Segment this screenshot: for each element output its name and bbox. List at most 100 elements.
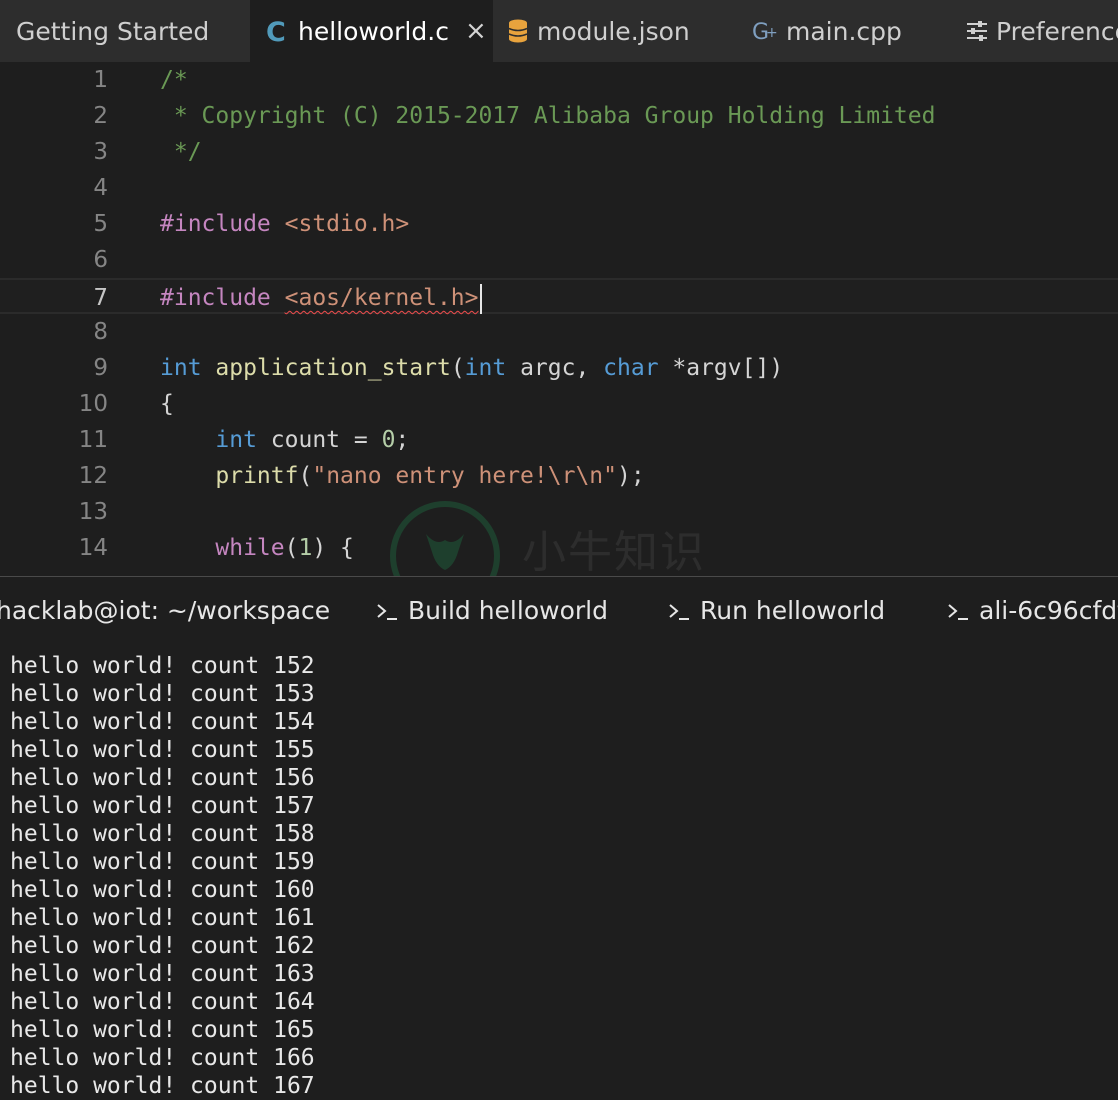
error-token: <aos/kernel.h> [284,285,479,311]
line-number: 10 [78,391,108,417]
code-line[interactable]: 14 while(1) { [0,530,1118,566]
code-token: ( [450,355,465,381]
cpp-file-icon: G + [752,18,778,44]
code-text: #include <aos/kernel.h> [160,280,482,316]
line-number: 5 [93,211,108,237]
line-number: 6 [93,247,108,273]
json-db-icon [507,18,529,44]
code-token: char [603,355,659,381]
tab-preferences[interactable]: Preferences [952,0,1118,62]
code-token: /* [160,67,188,93]
terminal-tab-workspace[interactable]: hacklab@iot: ~/workspace [0,596,330,625]
terminal-line: hello world! count 153 [10,681,315,707]
terminal-line: hello world! count 164 [10,989,315,1015]
code-line[interactable]: 5 #include <stdio.h> [0,206,1118,242]
code-token: #include [160,211,285,237]
code-token: #include [160,285,285,311]
code-token: application_start [215,355,451,381]
code-line[interactable]: 11 int count = 0; [0,422,1118,458]
terminal-prompt-icon [668,601,690,621]
terminal-line: hello world! count 157 [10,793,315,819]
code-line[interactable]: 6 [0,242,1118,278]
code-line[interactable]: 7 #include <aos/kernel.h> [0,278,1118,314]
line-number: 14 [78,535,108,561]
code-line[interactable]: 1 /* [0,62,1118,98]
line-number: 8 [93,319,108,345]
code-token: int [160,355,202,381]
line-number: 3 [93,139,108,165]
line-number: 4 [93,175,108,201]
tab-label: main.cpp [786,16,902,46]
code-token: "nano entry here!\r\n" [312,463,617,489]
svg-text:C: C [266,18,286,44]
line-number: 13 [78,499,108,525]
terminal-line: hello world! count 161 [10,905,315,931]
code-editor[interactable]: 小牛知识库 1/*2 * Copyright (C) 2015-2017 Ali… [0,62,1118,576]
line-number: 12 [78,463,108,489]
svg-text:+: + [766,25,778,41]
code-token: count = [256,427,382,453]
tab-helloworld-c[interactable]: C helloworld.c × [250,0,493,62]
terminal-line: hello world! count 167 [10,1073,315,1099]
code-line[interactable]: 10 { [0,386,1118,422]
code-line[interactable]: 3 */ [0,134,1118,170]
tab-module-json[interactable]: module.json [493,0,736,62]
code-text: #include <stdio.h> [160,206,409,242]
code-token: 1 [298,535,313,561]
terminal-tab-build[interactable]: Build helloworld [376,596,608,625]
code-text: { [160,386,174,422]
tab-label: helloworld.c [298,16,449,46]
settings-sliders-icon [966,20,988,42]
code-text: /* [160,62,188,98]
code-line[interactable]: 12 printf("nano entry here!\r\n"); [0,458,1118,494]
code-token: * Copyright (C) 2015-2017 Alibaba Group … [160,103,936,129]
terminal-line: hello world! count 152 [10,653,315,679]
terminal-tab-label: Build helloworld [408,596,608,625]
terminal-line: hello world! count 162 [10,933,315,959]
code-line[interactable]: 4 [0,170,1118,206]
terminal-line: hello world! count 155 [10,737,315,763]
code-token: *argv[]) [658,355,784,381]
code-line[interactable]: 8 [0,314,1118,350]
terminal-line: hello world! count 159 [10,849,315,875]
line-number: 11 [78,427,108,453]
code-text: int count = 0; [160,422,409,458]
close-icon[interactable]: × [465,16,487,46]
terminal-prompt-icon [947,601,969,621]
code-token: ) { [312,535,354,561]
code-token: ( [284,535,299,561]
text-cursor [479,283,482,314]
code-token: int [464,355,507,381]
code-token: ( [298,463,313,489]
line-number: 1 [93,67,108,93]
terminal-tab-label: Run helloworld [700,596,886,625]
code-token: ); [616,463,645,489]
terminal-line: hello world! count 158 [10,821,315,847]
code-line[interactable]: 9 int application_start(int argc, char *a… [0,350,1118,386]
terminal-tab-label: hacklab@iot: ~/workspace [0,596,331,625]
code-token: ; [395,427,410,453]
tab-main-cpp[interactable]: G + main.cpp [736,0,952,62]
terminal-tab-ali[interactable]: ali-6c96cfdfc [947,596,1118,625]
tab-label: Preferences [996,16,1118,46]
code-text: * Copyright (C) 2015-2017 Alibaba Group … [160,98,936,134]
terminal-tab-run[interactable]: Run helloworld [668,596,885,625]
line-number: 9 [93,355,108,381]
code-token: argc, [506,355,604,381]
terminal-line: hello world! count 163 [10,961,315,987]
code-text: */ [160,134,202,170]
code-line[interactable]: 13 [0,494,1118,530]
code-line[interactable]: 2 * Copyright (C) 2015-2017 Alibaba Grou… [0,98,1118,134]
editor-tab-bar: Getting Started C helloworld.c × module.… [0,0,1118,62]
terminal-output[interactable]: hello world! count 152 hello world! count… [0,650,1118,1100]
code-token: while [215,535,285,561]
tab-getting-started[interactable]: Getting Started [0,0,250,62]
terminal-line: hello world! count 165 [10,1017,315,1043]
terminal-line: hello world! count 154 [10,709,315,735]
terminal-line: hello world! count 156 [10,765,315,791]
code-token: printf [215,463,299,489]
